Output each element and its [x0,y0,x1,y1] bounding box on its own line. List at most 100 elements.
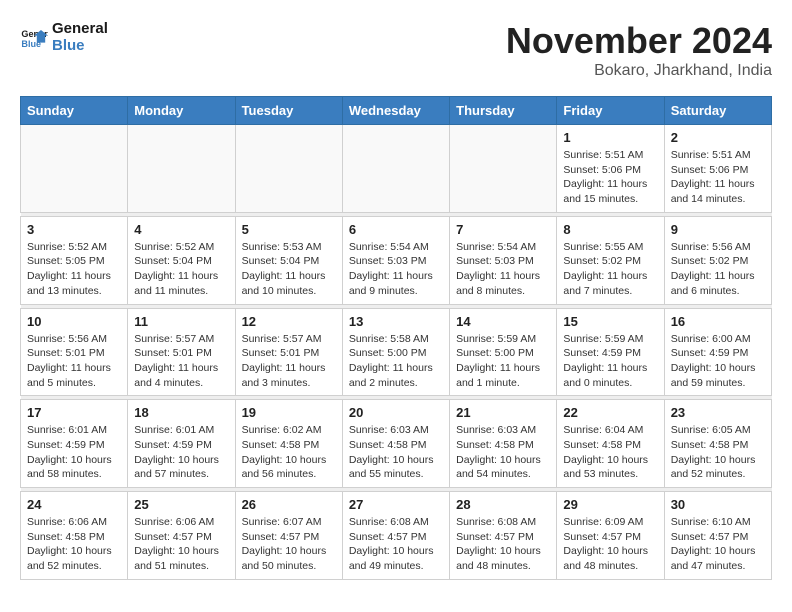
day-info: Sunrise: 5:53 AM Sunset: 5:04 PM Dayligh… [242,240,336,299]
calendar-cell [342,125,449,213]
day-number: 15 [563,314,657,329]
day-info: Sunrise: 6:10 AM Sunset: 4:57 PM Dayligh… [671,515,765,574]
calendar-cell: 23 Sunrise: 6:05 AM Sunset: 4:58 PM Dayli… [664,400,771,488]
day-number: 8 [563,222,657,237]
calendar-cell: 2 Sunrise: 5:51 AM Sunset: 5:06 PM Daylig… [664,125,771,213]
day-number: 6 [349,222,443,237]
month-title: November 2024 [506,20,772,62]
day-number: 12 [242,314,336,329]
day-info: Sunrise: 5:52 AM Sunset: 5:04 PM Dayligh… [134,240,228,299]
day-info: Sunrise: 5:58 AM Sunset: 5:00 PM Dayligh… [349,332,443,391]
weekday-header-row: SundayMondayTuesdayWednesdayThursdayFrid… [21,97,772,125]
calendar-cell [21,125,128,213]
day-number: 22 [563,405,657,420]
day-info: Sunrise: 6:01 AM Sunset: 4:59 PM Dayligh… [134,423,228,482]
day-info: Sunrise: 6:06 AM Sunset: 4:58 PM Dayligh… [27,515,121,574]
day-info: Sunrise: 6:04 AM Sunset: 4:58 PM Dayligh… [563,423,657,482]
day-info: Sunrise: 6:08 AM Sunset: 4:57 PM Dayligh… [349,515,443,574]
calendar-cell: 24 Sunrise: 6:06 AM Sunset: 4:58 PM Dayli… [21,492,128,580]
calendar-week-row: 10 Sunrise: 5:56 AM Sunset: 5:01 PM Dayli… [21,308,772,396]
calendar-cell: 26 Sunrise: 6:07 AM Sunset: 4:57 PM Dayli… [235,492,342,580]
day-info: Sunrise: 6:03 AM Sunset: 4:58 PM Dayligh… [456,423,550,482]
day-info: Sunrise: 6:09 AM Sunset: 4:57 PM Dayligh… [563,515,657,574]
calendar-cell: 8 Sunrise: 5:55 AM Sunset: 5:02 PM Daylig… [557,216,664,304]
calendar-cell: 4 Sunrise: 5:52 AM Sunset: 5:04 PM Daylig… [128,216,235,304]
calendar-week-row: 3Sunrise: 5:52 AM Sunset: 5:05 PM Daylig… [21,216,772,304]
day-number: 2 [671,130,765,145]
calendar-cell [128,125,235,213]
day-info: Sunrise: 5:59 AM Sunset: 5:00 PM Dayligh… [456,332,550,391]
day-number: 11 [134,314,228,329]
day-info: Sunrise: 5:56 AM Sunset: 5:01 PM Dayligh… [27,332,121,391]
calendar-cell: 15 Sunrise: 5:59 AM Sunset: 4:59 PM Dayli… [557,308,664,396]
day-number: 28 [456,497,550,512]
day-info: Sunrise: 5:51 AM Sunset: 5:06 PM Dayligh… [671,148,765,207]
calendar: SundayMondayTuesdayWednesdayThursdayFrid… [20,96,772,580]
day-number: 29 [563,497,657,512]
day-number: 14 [456,314,550,329]
calendar-cell: 10 Sunrise: 5:56 AM Sunset: 5:01 PM Dayli… [21,308,128,396]
calendar-cell: 5 Sunrise: 5:53 AM Sunset: 5:04 PM Daylig… [235,216,342,304]
day-number: 1 [563,130,657,145]
calendar-cell: 12 Sunrise: 5:57 AM Sunset: 5:01 PM Dayli… [235,308,342,396]
calendar-cell: 11 Sunrise: 5:57 AM Sunset: 5:01 PM Dayli… [128,308,235,396]
calendar-cell: 27Sunrise: 6:08 AM Sunset: 4:57 PM Dayli… [342,492,449,580]
day-info: Sunrise: 5:51 AM Sunset: 5:06 PM Dayligh… [563,148,657,207]
logo-icon: General Blue [20,23,48,51]
day-number: 5 [242,222,336,237]
weekday-header: Tuesday [235,97,342,125]
day-number: 19 [242,405,336,420]
calendar-cell: 16 Sunrise: 6:00 AM Sunset: 4:59 PM Dayli… [664,308,771,396]
day-number: 16 [671,314,765,329]
day-info: Sunrise: 5:56 AM Sunset: 5:02 PM Dayligh… [671,240,765,299]
day-info: Sunrise: 6:07 AM Sunset: 4:57 PM Dayligh… [242,515,336,574]
logo-line1: General [52,20,108,37]
logo-line2: Blue [52,37,108,54]
day-number: 23 [671,405,765,420]
day-info: Sunrise: 5:57 AM Sunset: 5:01 PM Dayligh… [134,332,228,391]
day-info: Sunrise: 6:02 AM Sunset: 4:58 PM Dayligh… [242,423,336,482]
calendar-cell: 21Sunrise: 6:03 AM Sunset: 4:58 PM Dayli… [450,400,557,488]
day-number: 30 [671,497,765,512]
day-number: 7 [456,222,550,237]
weekday-header: Friday [557,97,664,125]
calendar-cell: 20 Sunrise: 6:03 AM Sunset: 4:58 PM Dayli… [342,400,449,488]
day-info: Sunrise: 6:05 AM Sunset: 4:58 PM Dayligh… [671,423,765,482]
calendar-cell: 14 Sunrise: 5:59 AM Sunset: 5:00 PM Dayli… [450,308,557,396]
calendar-week-row: 17Sunrise: 6:01 AM Sunset: 4:59 PM Dayli… [21,400,772,488]
calendar-cell [450,125,557,213]
day-info: Sunrise: 5:54 AM Sunset: 5:03 PM Dayligh… [349,240,443,299]
day-number: 10 [27,314,121,329]
calendar-cell: 18Sunrise: 6:01 AM Sunset: 4:59 PM Dayli… [128,400,235,488]
day-number: 20 [349,405,443,420]
weekday-header: Monday [128,97,235,125]
day-info: Sunrise: 6:06 AM Sunset: 4:57 PM Dayligh… [134,515,228,574]
day-number: 26 [242,497,336,512]
calendar-cell: 22 Sunrise: 6:04 AM Sunset: 4:58 PM Dayli… [557,400,664,488]
day-number: 4 [134,222,228,237]
day-number: 13 [349,314,443,329]
calendar-cell: 7 Sunrise: 5:54 AM Sunset: 5:03 PM Daylig… [450,216,557,304]
day-info: Sunrise: 6:03 AM Sunset: 4:58 PM Dayligh… [349,423,443,482]
day-info: Sunrise: 5:55 AM Sunset: 5:02 PM Dayligh… [563,240,657,299]
day-info: Sunrise: 5:57 AM Sunset: 5:01 PM Dayligh… [242,332,336,391]
calendar-cell: 30 Sunrise: 6:10 AM Sunset: 4:57 PM Dayli… [664,492,771,580]
calendar-cell: 19 Sunrise: 6:02 AM Sunset: 4:58 PM Dayli… [235,400,342,488]
calendar-cell: 3Sunrise: 5:52 AM Sunset: 5:05 PM Daylig… [21,216,128,304]
day-info: Sunrise: 6:01 AM Sunset: 4:59 PM Dayligh… [27,423,121,482]
location: Bokaro, Jharkhand, India [506,62,772,80]
day-info: Sunrise: 5:59 AM Sunset: 4:59 PM Dayligh… [563,332,657,391]
weekday-header: Sunday [21,97,128,125]
weekday-header: Thursday [450,97,557,125]
weekday-header: Saturday [664,97,771,125]
calendar-cell: 17Sunrise: 6:01 AM Sunset: 4:59 PM Dayli… [21,400,128,488]
calendar-week-row: 1 Sunrise: 5:51 AM Sunset: 5:06 PM Daylig… [21,125,772,213]
calendar-cell: 28Sunrise: 6:08 AM Sunset: 4:57 PM Dayli… [450,492,557,580]
day-info: Sunrise: 6:00 AM Sunset: 4:59 PM Dayligh… [671,332,765,391]
day-number: 24 [27,497,121,512]
day-number: 25 [134,497,228,512]
calendar-cell [235,125,342,213]
calendar-cell: 29 Sunrise: 6:09 AM Sunset: 4:57 PM Dayli… [557,492,664,580]
day-info: Sunrise: 5:54 AM Sunset: 5:03 PM Dayligh… [456,240,550,299]
title-area: November 2024 Bokaro, Jharkhand, India [506,20,772,80]
